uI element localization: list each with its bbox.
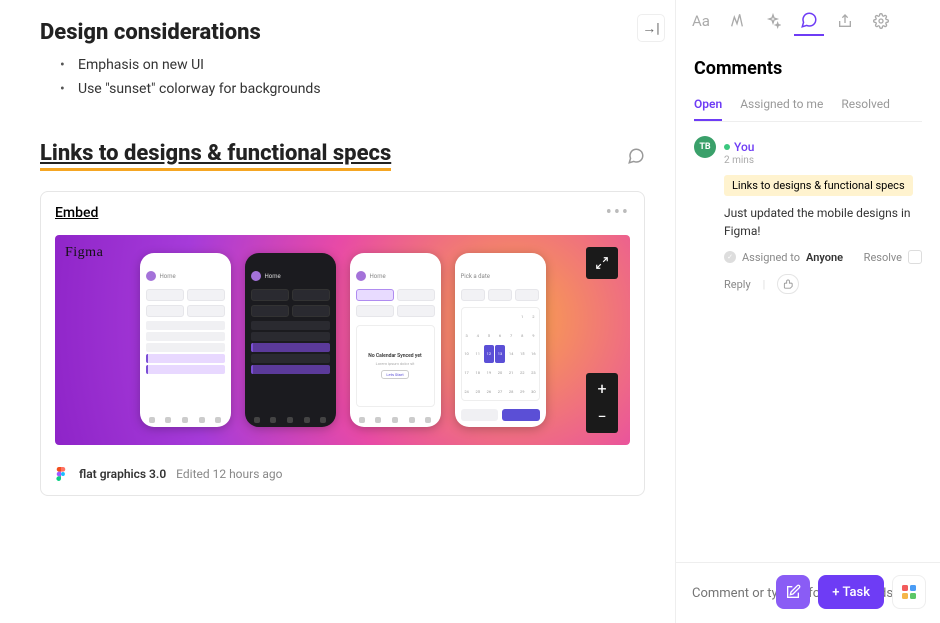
apps-icon-button[interactable] xyxy=(892,575,926,609)
phone-dark: Home xyxy=(245,253,336,427)
phone-calendar: Pick a date 12 3456789 10111213141516 17… xyxy=(455,253,546,427)
thumbs-up-icon[interactable] xyxy=(777,274,799,294)
heading-design-considerations: Design considerations xyxy=(40,20,645,45)
tab-resolved[interactable]: Resolved xyxy=(841,97,890,121)
ai-icon[interactable] xyxy=(722,6,752,36)
heading-links-to-designs[interactable]: Links to designs & functional specs xyxy=(40,141,391,171)
tab-assigned-to-me[interactable]: Assigned to me xyxy=(740,97,823,121)
zoom-controls[interactable]: +− xyxy=(586,373,618,433)
avatar[interactable]: TB xyxy=(694,136,716,158)
check-icon: ✓ xyxy=(724,251,736,263)
resolve-checkbox[interactable] xyxy=(908,250,922,264)
reply-link[interactable]: Reply xyxy=(724,278,751,291)
add-task-button[interactable]: + Task xyxy=(818,575,884,609)
comments-icon[interactable] xyxy=(794,6,824,36)
comment-author[interactable]: You xyxy=(734,140,754,154)
text-style-icon[interactable]: Aa xyxy=(686,6,716,36)
bullet-item[interactable]: Emphasis on new UI xyxy=(60,53,645,77)
comments-tabs: Open Assigned to me Resolved xyxy=(694,97,922,122)
embed-file-name: flat graphics 3.0 xyxy=(79,467,166,481)
embed-edited-time: Edited 12 hours ago xyxy=(176,467,282,481)
comment-body: Just updated the mobile designs in Figma… xyxy=(724,204,922,240)
embed-menu-icon[interactable]: ••• xyxy=(606,202,630,223)
sidebar-toolbar: Aa xyxy=(676,0,940,42)
expand-icon[interactable] xyxy=(586,247,618,279)
comment-time: 2 mins xyxy=(724,155,922,166)
comment-reference-badge[interactable]: Links to designs & functional specs xyxy=(724,175,913,196)
comment-thread: TB You 2 mins Links to designs & functio… xyxy=(694,136,922,294)
edit-icon-button[interactable] xyxy=(776,575,810,609)
phone-light-2: Home No Calendar Synced yetLorem ipsum d… xyxy=(350,253,441,427)
comments-title: Comments xyxy=(694,58,922,79)
collapse-sidebar-button[interactable]: →| xyxy=(637,14,665,42)
comment-indicator-icon[interactable] xyxy=(627,147,645,165)
figma-brand-label: Figma xyxy=(65,245,103,261)
settings-icon[interactable] xyxy=(866,6,896,36)
share-icon[interactable] xyxy=(830,6,860,36)
assigned-to-value[interactable]: Anyone xyxy=(806,251,843,264)
bullet-list: Emphasis on new UI Use "sunset" colorway… xyxy=(60,53,645,101)
phone-light-1: Home xyxy=(140,253,231,427)
embed-title[interactable]: Embed xyxy=(55,205,98,221)
bullet-item[interactable]: Use "sunset" colorway for backgrounds xyxy=(60,77,645,101)
online-indicator-icon xyxy=(724,144,730,150)
assigned-to-label: Assigned to xyxy=(742,251,800,264)
embed-card: Embed ••• Figma +− Home Home xyxy=(40,191,645,496)
sparkle-icon[interactable] xyxy=(758,6,788,36)
figma-embed[interactable]: Figma +− Home Home xyxy=(55,235,630,445)
resolve-label: Resolve xyxy=(864,251,902,264)
phone-mockups: Home Home Home xyxy=(115,253,570,427)
tab-open[interactable]: Open xyxy=(694,97,722,121)
figma-icon xyxy=(55,467,69,481)
